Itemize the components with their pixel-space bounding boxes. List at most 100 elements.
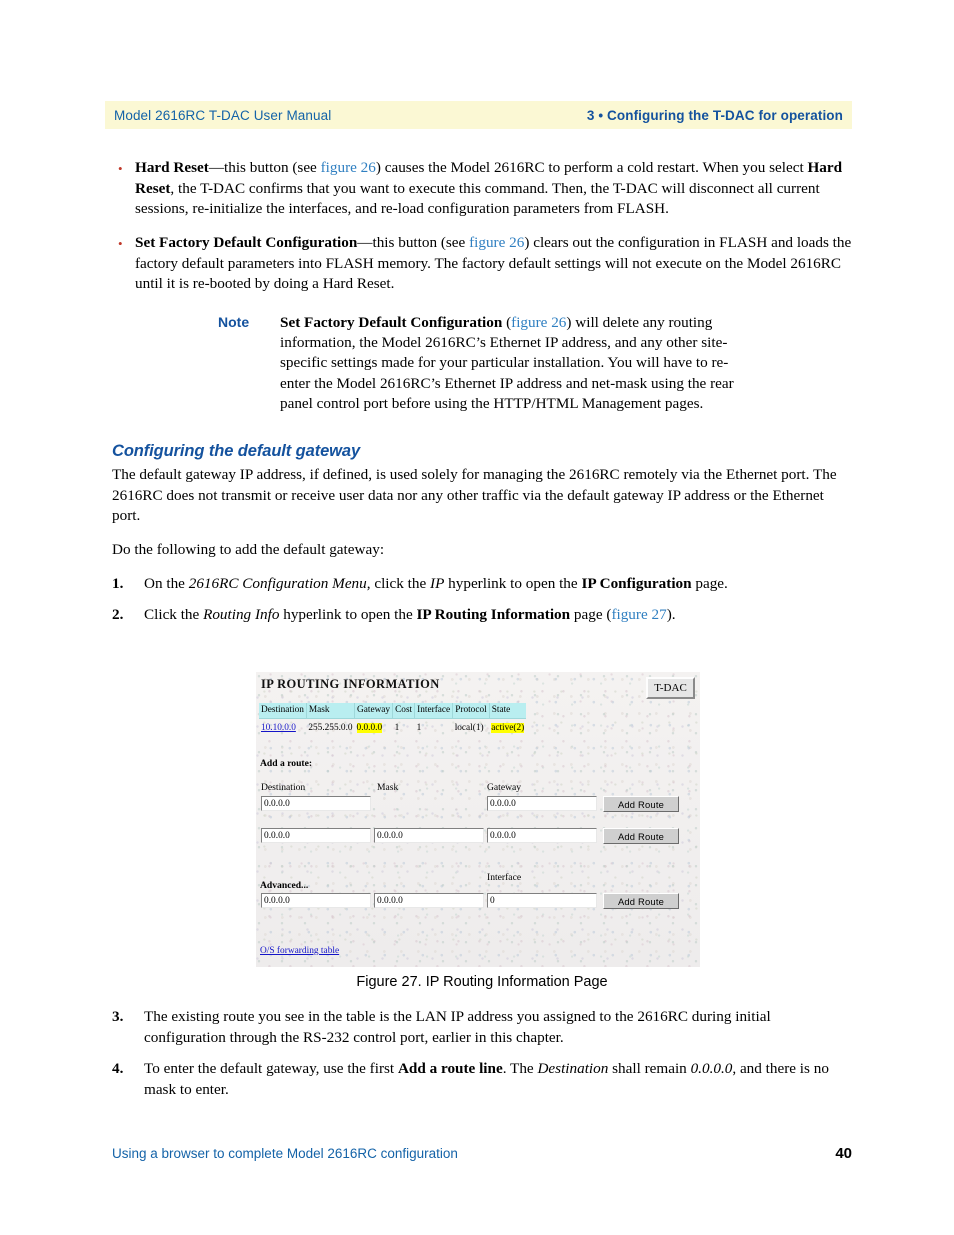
advanced-label: Advanced... (260, 880, 309, 891)
step-emphasis: Routing Info (203, 606, 280, 624)
step-bold: IP Routing Information (416, 606, 571, 624)
table-row: 10.10.0.0 255.255.0.0 0.0.0.0 1 1 local(… (259, 719, 526, 736)
bullet-dot-icon: • (118, 161, 123, 176)
step-text: page. (691, 574, 728, 592)
os-forwarding-table-link[interactable]: O/S forwarding table (260, 946, 339, 956)
step-text: On the (144, 574, 189, 592)
cell-protocol: local(1) (454, 723, 484, 733)
add-route-button-row2[interactable]: Add Route (603, 828, 679, 844)
step-text: shall remain (608, 1060, 691, 1078)
label-gateway: Gateway (487, 782, 522, 793)
figure-xref-link[interactable]: figure 26 (511, 314, 566, 331)
table-header-row: Destination Mask Gateway Cost Interface … (259, 703, 527, 719)
step-emphasis: 2616RC Configuration Menu (188, 574, 367, 592)
manual-page: { "header": { "left": "Model 2616RC T-DA… (0, 0, 954, 1235)
destination-route-link[interactable]: 10.10.0.0 (261, 723, 296, 733)
bullet-hard-reset: • Hard Reset—this button (see figure 26)… (112, 158, 852, 220)
step-number: 1. (112, 574, 124, 592)
step-item: 4. To enter the default gateway, use the… (112, 1059, 852, 1100)
add-route-button-row3[interactable]: Add Route (603, 893, 679, 909)
figure-27: IP ROUTING INFORMATION T-DAC Destination… (256, 672, 700, 967)
column-header-cost: Cost (392, 703, 416, 719)
step-text: . The (502, 1060, 538, 1078)
page-title: IP ROUTING INFORMATION (261, 677, 440, 691)
mask-input-row2[interactable] (374, 828, 484, 843)
section-paragraph-2: Do the following to add the default gate… (112, 541, 385, 559)
step-number: 4. (112, 1060, 124, 1078)
destination-input-row3[interactable] (261, 893, 371, 908)
note-block: Note Set Factory Default Configuration (… (218, 313, 758, 414)
gateway-input-row1[interactable] (487, 796, 597, 811)
step-text: , click the (366, 574, 431, 592)
main-content-lower: 3. The existing route you see in the tab… (112, 1007, 852, 1112)
column-header-destination: Destination (259, 703, 307, 719)
label-destination: Destination (261, 782, 306, 793)
page-footer: Using a browser to complete Model 2616RC… (112, 1145, 852, 1162)
cell-interface: 1 (416, 723, 422, 733)
section-paragraph-1: The default gateway IP address, if defin… (112, 466, 837, 525)
section-heading: Configuring the default gateway (112, 442, 361, 461)
bullet-set-factory-default: • Set Factory Default Configuration—this… (112, 233, 852, 295)
step-item: 3. The existing route you see in the tab… (112, 1007, 852, 1048)
label-interface: Interface (487, 872, 522, 883)
step-emphasis: 0.0.0.0 (690, 1060, 733, 1078)
footer-section-title: Using a browser to complete Model 2616RC… (112, 1146, 458, 1161)
header-chapter-title: 3 • Configuring the T-DAC for operation (586, 107, 843, 123)
step-item: 1. On the 2616RC Configuration Menu, cli… (112, 574, 852, 595)
bullet-text: —this button (see (208, 159, 321, 176)
step-bold: Add a route line (397, 1060, 503, 1078)
note-text-pre: ( (502, 314, 512, 332)
figure-xref-link[interactable]: figure 27 (611, 606, 666, 623)
note-term: Set Factory Default Configuration (280, 314, 503, 332)
figure-xref-link[interactable]: figure 26 (469, 234, 524, 251)
tdac-logo-button[interactable]: T-DAC (646, 677, 695, 699)
ip-routing-information-page: IP ROUTING INFORMATION T-DAC Destination… (256, 672, 700, 967)
column-header-interface: Interface (414, 703, 454, 719)
column-header-mask: Mask (306, 703, 356, 719)
interface-input-row3[interactable] (487, 893, 597, 908)
step-text: Click the (144, 606, 204, 624)
main-content-upper: • Hard Reset—this button (see figure 26)… (112, 158, 852, 637)
label-mask: Mask (377, 782, 399, 793)
gateway-input-row2[interactable] (487, 828, 597, 843)
bullet-text-cont: ) causes the Model 2616RC to perform a c… (375, 159, 808, 176)
page-header: Model 2616RC T-DAC User Manual 3 • Confi… (105, 101, 852, 129)
cell-gateway: 0.0.0.0 (355, 719, 393, 736)
column-header-state: State (489, 703, 527, 719)
bullet-dot-icon: • (118, 236, 123, 252)
step-text: hyperlink to open the (444, 574, 582, 592)
page-number: 40 (835, 1145, 852, 1162)
step-text: The existing route you see in the table … (144, 1008, 771, 1046)
bullet-text: —this button (see (357, 234, 470, 252)
state-highlight: active(2) (491, 723, 525, 733)
note-label: Note (218, 314, 250, 331)
routing-table: Destination Mask Gateway Cost Interface … (259, 703, 527, 736)
column-header-gateway: Gateway (354, 703, 394, 719)
bullet-term: Set Factory Default Configuration (135, 234, 358, 252)
figure-xref-link[interactable]: figure 26 (321, 159, 376, 176)
cell-mask: 255.255.0.0 (308, 723, 353, 733)
gateway-highlight: 0.0.0.0 (356, 723, 383, 733)
figure-caption: Figure 27. IP Routing Information Page (356, 974, 608, 990)
bullet-term: Hard Reset (135, 159, 209, 176)
step-bold: IP Configuration (581, 574, 692, 592)
step-text: hyperlink to open the (279, 606, 417, 624)
mask-input-row3[interactable] (374, 893, 484, 908)
add-route-button-row1[interactable]: Add Route (603, 796, 679, 812)
cell-cost: 1 (394, 723, 400, 733)
step-emphasis: Destination (537, 1060, 609, 1078)
header-manual-title: Model 2616RC T-DAC User Manual (114, 107, 332, 123)
cell-destination: 10.10.0.0 (259, 719, 306, 736)
step-item: 2. Click the Routing Info hyperlink to o… (112, 605, 852, 626)
add-a-route-label: Add a route: (260, 758, 313, 769)
column-header-protocol: Protocol (452, 703, 490, 719)
bullet-text-end: , the T-DAC confirms that you want to ex… (135, 179, 820, 218)
step-text: ). (666, 606, 676, 624)
step-text: page ( (570, 606, 612, 624)
destination-input-row2[interactable] (261, 828, 371, 843)
step-text: To enter the default gateway, use the fi… (144, 1060, 398, 1078)
step-emphasis: IP (430, 574, 445, 592)
cell-state: active(2) (489, 719, 526, 736)
step-number: 3. (112, 1008, 124, 1025)
destination-input-row1[interactable] (261, 796, 371, 811)
